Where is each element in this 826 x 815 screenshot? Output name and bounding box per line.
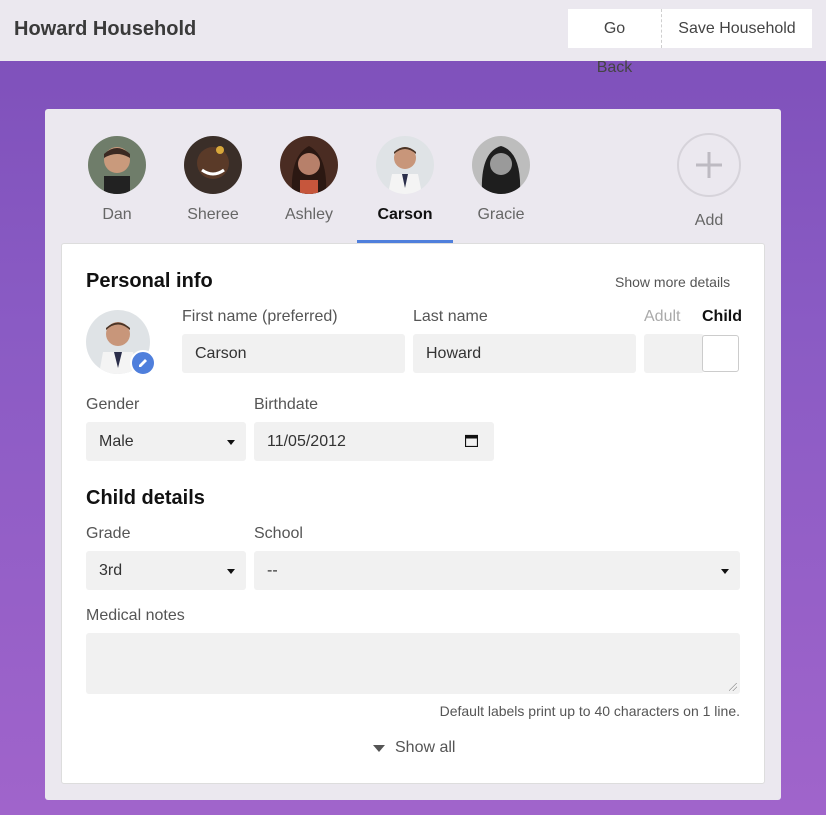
avatar: [472, 136, 530, 194]
add-member-button[interactable]: Add: [661, 133, 757, 243]
adult-toggle[interactable]: [644, 334, 704, 373]
member-tab-ashley[interactable]: Ashley: [261, 136, 357, 243]
avatar: [280, 136, 338, 194]
member-name: Sheree: [187, 206, 239, 223]
top-bar: Howard Household Go Back Save Household: [0, 0, 826, 76]
resize-handle-icon[interactable]: [729, 683, 737, 691]
member-tab-dan[interactable]: Dan: [69, 136, 165, 243]
child-label: Child: [702, 308, 742, 325]
plus-icon: [677, 133, 741, 197]
add-label: Add: [694, 212, 724, 229]
go-back-button[interactable]: Go Back: [568, 9, 662, 76]
member-tab-sheree[interactable]: Sheree: [165, 136, 261, 243]
birthdate-label: Birthdate: [254, 396, 319, 413]
member-name: Dan: [102, 206, 132, 223]
last-name-field[interactable]: Howard: [413, 334, 636, 373]
caret-down-icon: [721, 568, 729, 574]
grade-value: 3rd: [99, 561, 123, 579]
label-length-hint: Default labels print up to 40 characters…: [439, 703, 740, 719]
avatar: [184, 136, 242, 194]
profile-photo[interactable]: [86, 310, 156, 376]
show-more-details-link[interactable]: Show more details: [615, 274, 730, 290]
grade-label: Grade: [86, 525, 131, 542]
personal-info-heading: Personal info: [86, 270, 213, 292]
show-all-label: Show all: [395, 739, 456, 756]
triangle-down-icon: [373, 744, 385, 752]
school-select[interactable]: --: [254, 551, 740, 590]
caret-down-icon: [227, 439, 235, 445]
avatar: [88, 136, 146, 194]
pencil-icon[interactable]: [130, 350, 156, 376]
avatar: [376, 136, 434, 194]
birthdate-value: 11/05/2012: [267, 432, 346, 450]
school-value: --: [267, 561, 278, 579]
header-button-group: Go Back Save Household: [568, 9, 812, 76]
child-details-heading: Child details: [86, 487, 205, 509]
birthdate-input[interactable]: 11/05/2012: [254, 422, 494, 461]
member-name: Carson: [377, 206, 433, 223]
grade-select[interactable]: 3rd: [86, 551, 246, 590]
member-tabs: Dan Sheree Ashley Carson Gracie Add: [45, 109, 781, 243]
gender-select[interactable]: Male: [86, 422, 246, 461]
medical-notes-label: Medical notes: [86, 607, 185, 624]
save-household-button[interactable]: Save Household: [662, 9, 812, 48]
member-tab-gracie[interactable]: Gracie: [453, 136, 549, 243]
child-toggle[interactable]: [702, 335, 739, 372]
household-title: Howard Household: [14, 18, 197, 40]
last-name-label: Last name: [413, 308, 488, 325]
member-name: Gracie: [477, 206, 525, 223]
first-name-label: First name (preferred): [182, 308, 338, 325]
member-details-card: Personal info Show more details First na…: [61, 243, 765, 784]
school-label: School: [254, 525, 303, 542]
household-panel: Dan Sheree Ashley Carson Gracie Add Pers…: [45, 109, 781, 800]
gender-value: Male: [99, 432, 134, 450]
adult-label: Adult: [644, 308, 681, 325]
member-tab-carson[interactable]: Carson: [357, 136, 453, 243]
medical-notes-textarea[interactable]: [86, 633, 740, 694]
calendar-icon[interactable]: [464, 434, 479, 452]
show-all-toggle[interactable]: Show all: [373, 739, 455, 757]
member-name: Ashley: [284, 206, 334, 223]
caret-down-icon: [227, 568, 235, 574]
gender-label: Gender: [86, 396, 140, 413]
first-name-field[interactable]: Carson: [182, 334, 405, 373]
